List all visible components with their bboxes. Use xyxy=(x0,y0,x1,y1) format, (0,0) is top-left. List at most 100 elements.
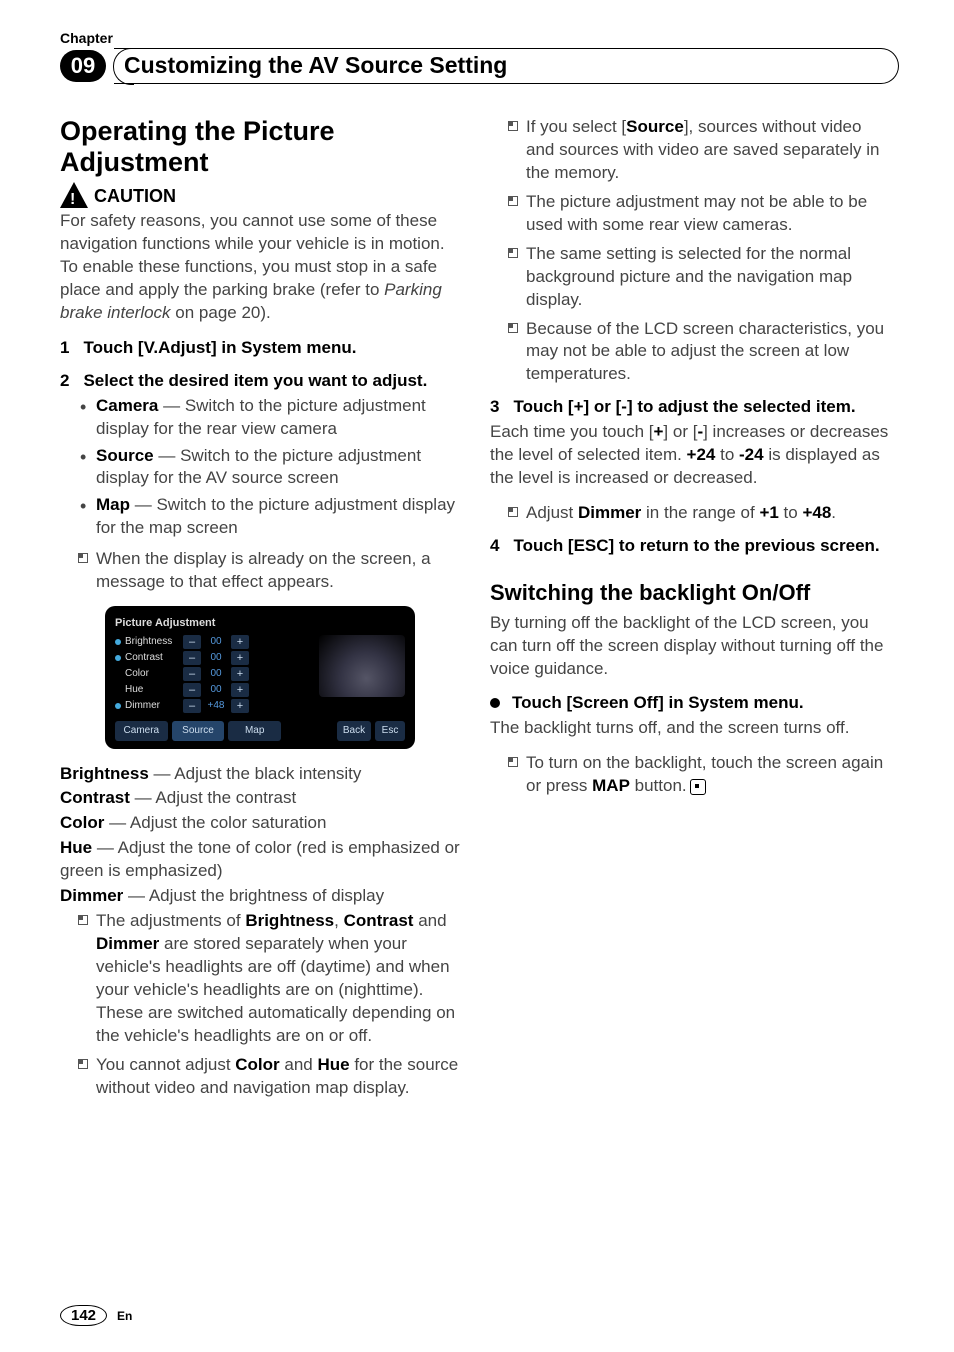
note-list: If you select [Source], sources without … xyxy=(490,116,890,386)
plus-button[interactable]: + xyxy=(231,683,249,697)
term: Contrast xyxy=(60,788,130,807)
plus-button[interactable]: + xyxy=(231,699,249,713)
esc-button[interactable]: Esc xyxy=(375,721,405,741)
minus-button[interactable]: – xyxy=(183,699,201,713)
warning-icon xyxy=(60,182,88,208)
text: and xyxy=(413,911,446,930)
term: Source xyxy=(626,117,684,136)
page-number: 142 xyxy=(60,1305,107,1326)
fig-title: Picture Adjustment xyxy=(115,616,405,631)
text: — Adjust the brightness of display xyxy=(123,886,384,905)
term: Map xyxy=(96,495,130,514)
plus-button[interactable]: + xyxy=(231,651,249,665)
subsection-heading: Switching the backlight On/Off xyxy=(490,578,890,608)
term: Brightness xyxy=(245,911,334,930)
chapter-badge: 09 xyxy=(60,50,106,82)
language-code: En xyxy=(117,1309,132,1323)
fig-value: 00 xyxy=(201,635,231,649)
dot-icon xyxy=(115,703,121,709)
tab-map[interactable]: Map xyxy=(228,721,281,741)
option-list: Camera — Switch to the picture adjustmen… xyxy=(60,395,460,541)
caution-body: For safety reasons, you cannot use some … xyxy=(60,210,460,325)
minus-button[interactable]: – xyxy=(183,683,201,697)
term: Color xyxy=(60,813,104,832)
fig-label: Color xyxy=(125,667,183,681)
term: Brightness xyxy=(60,764,149,783)
step-3: 3Touch [+] or [-] to adjust the selected… xyxy=(490,396,890,419)
dot-icon xyxy=(115,655,121,661)
text: and xyxy=(280,1055,318,1074)
step-text: Touch [+] or [-] to adjust the selected … xyxy=(513,397,855,416)
fig-value: 00 xyxy=(201,651,231,665)
text: , xyxy=(334,911,343,930)
step-1: 1Touch [V.Adjust] in System menu. xyxy=(60,337,460,360)
minus-button[interactable]: – xyxy=(183,635,201,649)
step-4: 4Touch [ESC] to return to the previous s… xyxy=(490,535,890,558)
chapter-label: Chapter xyxy=(60,30,899,46)
step-3-body: Each time you touch [+] or [-] increases… xyxy=(490,421,890,490)
list-item: Camera — Switch to the picture adjustmen… xyxy=(96,395,460,441)
term: Color xyxy=(235,1055,279,1074)
columns: Operating the Picture Adjustment CAUTION… xyxy=(60,116,899,1108)
term: Source xyxy=(96,446,154,465)
tab-camera[interactable]: Camera xyxy=(115,721,168,741)
footer: 142 En xyxy=(60,1305,132,1326)
minus-button[interactable]: – xyxy=(183,651,201,665)
plus-button[interactable]: + xyxy=(231,667,249,681)
back-button[interactable]: Back xyxy=(337,721,371,741)
text: — Switch to the picture adjustment displ… xyxy=(96,495,455,537)
term: +1 xyxy=(759,503,778,522)
text: — Adjust the black intensity xyxy=(149,764,362,783)
action-bullet: Touch [Screen Off] in System menu. xyxy=(490,692,890,715)
fig-value: 00 xyxy=(201,667,231,681)
plus-button[interactable]: + xyxy=(231,635,249,649)
fig-label: Brightness xyxy=(125,635,183,649)
term: Dimmer xyxy=(578,503,641,522)
header-row: 09 Customizing the AV Source Setting xyxy=(60,48,899,84)
text: — Adjust the color saturation xyxy=(104,813,326,832)
definitions: Brightness — Adjust the black intensity … xyxy=(60,763,460,909)
text: to xyxy=(779,503,803,522)
fig-value: +48 xyxy=(201,699,231,713)
term: Hue xyxy=(317,1055,349,1074)
note-item: The same setting is selected for the nor… xyxy=(526,243,890,312)
subsection-body: By turning off the backlight of the LCD … xyxy=(490,612,890,681)
text: — Adjust the contrast xyxy=(130,788,296,807)
step-text: Touch [ESC] to return to the previous sc… xyxy=(513,536,879,555)
fig-label: Dimmer xyxy=(125,699,183,713)
tab-source[interactable]: Source xyxy=(172,721,225,741)
text: Adjust xyxy=(526,503,578,522)
note-item: If you select [Source], sources without … xyxy=(526,116,890,185)
step-2: 2Select the desired item you want to adj… xyxy=(60,370,460,393)
term: MAP xyxy=(592,776,630,795)
page: Chapter 09 Customizing the AV Source Set… xyxy=(0,0,954,1352)
note-item: Adjust Dimmer in the range of +1 to +48. xyxy=(526,502,890,525)
note-item: When the display is already on the scree… xyxy=(96,548,460,594)
text: If you select [ xyxy=(526,117,626,136)
text: to xyxy=(715,445,739,464)
list-item: Map — Switch to the picture adjustment d… xyxy=(96,494,460,540)
term: Dimmer xyxy=(60,886,123,905)
text: button. xyxy=(630,776,687,795)
preview-image xyxy=(319,635,405,697)
right-column: If you select [Source], sources without … xyxy=(490,116,890,1108)
minus-button[interactable]: – xyxy=(183,667,201,681)
text: in the range of xyxy=(641,503,759,522)
note-item: To turn on the backlight, touch the scre… xyxy=(526,752,890,798)
dot-icon xyxy=(115,639,121,645)
text: The adjustments of xyxy=(96,911,245,930)
term: -24 xyxy=(739,445,764,464)
page-title: Customizing the AV Source Setting xyxy=(114,48,899,84)
text: ] or [ xyxy=(663,422,697,441)
note-list: The adjustments of Brightness, Contrast … xyxy=(60,910,460,1100)
note-item: You cannot adjust Color and Hue for the … xyxy=(96,1054,460,1100)
term: Contrast xyxy=(344,911,414,930)
text: . xyxy=(831,503,836,522)
fig-label: Contrast xyxy=(125,651,183,665)
note-list: When the display is already on the scree… xyxy=(60,548,460,594)
text: Each time you touch [ xyxy=(490,422,653,441)
term: Hue xyxy=(60,838,92,857)
caution-label: CAUTION xyxy=(94,184,176,208)
note-item: Because of the LCD screen characteristic… xyxy=(526,318,890,387)
section-heading: Operating the Picture Adjustment xyxy=(60,116,460,178)
